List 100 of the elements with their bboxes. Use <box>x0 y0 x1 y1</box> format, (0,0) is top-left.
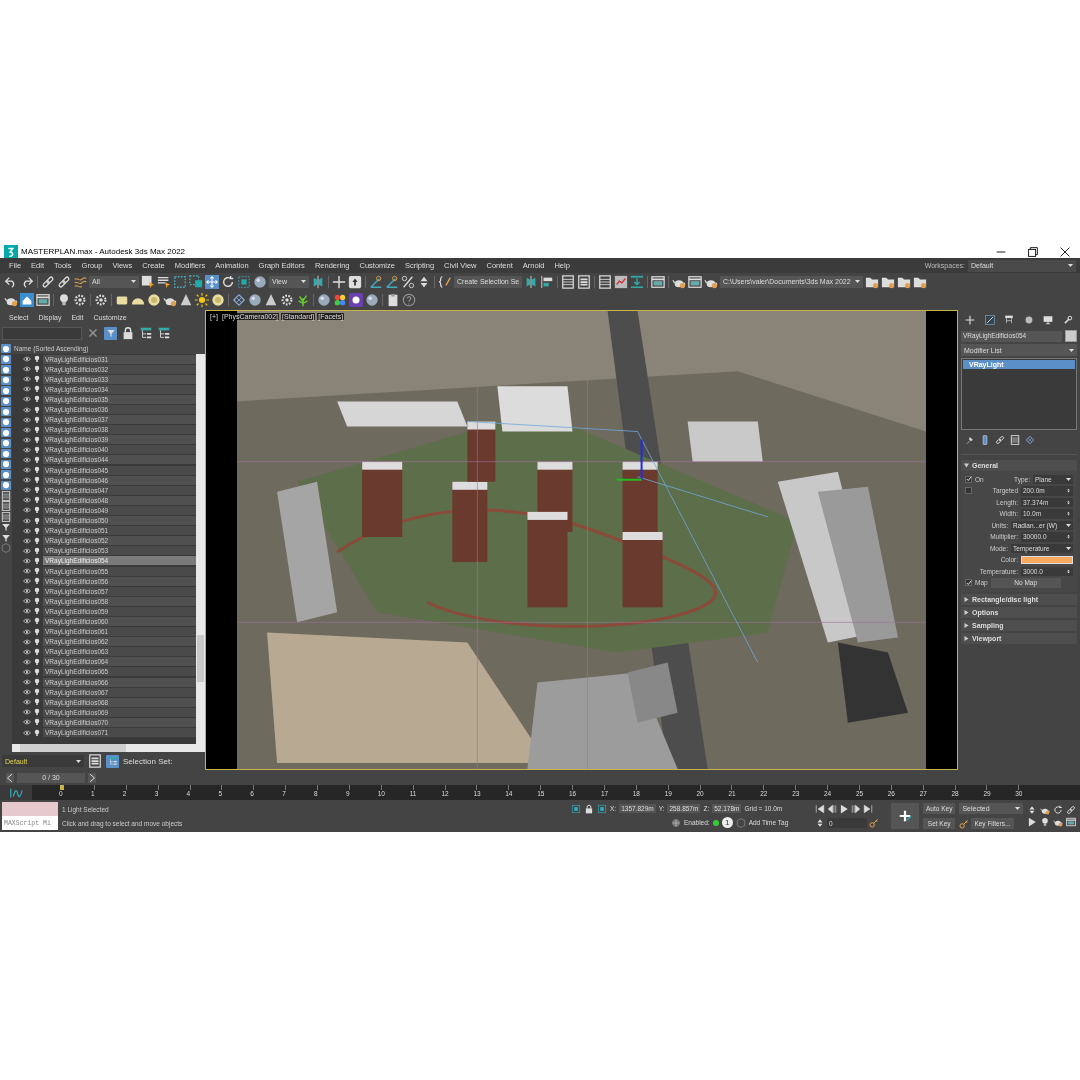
key-filter-icon[interactable] <box>959 818 970 829</box>
next-frame-icon[interactable] <box>851 804 861 814</box>
wave-icon[interactable] <box>73 274 87 289</box>
filter-toggle-button[interactable] <box>1 438 11 448</box>
rollout-toggle-icon[interactable] <box>964 463 969 468</box>
select-object-icon[interactable] <box>141 274 155 289</box>
filter-toggle-button[interactable] <box>1 480 11 490</box>
circle-icon[interactable] <box>1023 315 1034 325</box>
previous-frame-button[interactable] <box>6 772 14 783</box>
grid-icon[interactable] <box>1025 435 1035 445</box>
restore-icon[interactable] <box>1026 245 1040 259</box>
horizontal-scrollbar[interactable] <box>12 744 205 752</box>
key-plus-icon[interactable] <box>898 809 912 823</box>
eye-icon[interactable] <box>23 678 31 687</box>
modify-icon[interactable] <box>984 315 995 325</box>
link-icon[interactable] <box>57 274 71 289</box>
home-icon[interactable] <box>20 293 34 307</box>
eye-icon[interactable] <box>23 556 31 565</box>
plant-icon[interactable] <box>296 293 310 307</box>
filter-toggle-button[interactable] <box>1 449 11 458</box>
filter-toggle-button[interactable] <box>1 533 11 542</box>
rollout-toggle-icon[interactable] <box>964 636 969 641</box>
spinner-arrows-icon[interactable] <box>1066 487 1071 495</box>
filter-toggle-button[interactable] <box>1 396 11 406</box>
checkbox[interactable] <box>965 475 972 483</box>
eye-icon[interactable] <box>23 425 31 434</box>
eye-icon[interactable] <box>23 486 31 495</box>
sphere-icon[interactable] <box>317 293 331 307</box>
eye-icon[interactable] <box>23 456 31 464</box>
eye-icon[interactable] <box>23 415 31 424</box>
clipboard-icon[interactable] <box>386 293 400 307</box>
percent-icon[interactable] <box>401 274 415 289</box>
filter-toggle-button[interactable] <box>1 407 11 416</box>
table-icon[interactable] <box>1010 435 1020 445</box>
filter-toggle-button[interactable] <box>1 543 11 553</box>
gear-icon[interactable] <box>73 293 87 307</box>
show-end-result-icon[interactable] <box>980 435 990 445</box>
eye-icon[interactable] <box>23 476 31 485</box>
orbit-icon[interactable] <box>1053 805 1064 815</box>
bulb-icon[interactable] <box>1040 817 1051 827</box>
link-icon[interactable] <box>41 274 55 289</box>
select-by-name-icon[interactable] <box>157 274 171 289</box>
filter-toggle-button[interactable] <box>1 417 11 427</box>
plus-icon[interactable] <box>965 315 975 325</box>
eye-icon[interactable] <box>23 546 31 555</box>
wrench-icon[interactable] <box>1062 315 1073 325</box>
lock-icon[interactable] <box>584 803 594 814</box>
window-icon[interactable] <box>36 293 50 307</box>
filter-toggle-button[interactable] <box>1 522 11 532</box>
eye-icon[interactable] <box>23 688 31 697</box>
eye-icon[interactable] <box>23 496 31 505</box>
eye-icon[interactable] <box>23 708 31 717</box>
mirror-icon[interactable] <box>524 274 538 289</box>
sphere-icon[interactable] <box>248 293 262 307</box>
eye-icon[interactable] <box>23 445 31 454</box>
next-frame-button[interactable] <box>88 772 96 783</box>
filter-toggle-button[interactable] <box>1 470 11 479</box>
color-dots-icon[interactable] <box>333 293 347 307</box>
window-crossing-icon[interactable] <box>189 274 203 289</box>
pyramid-icon[interactable] <box>264 293 278 307</box>
square-with-circle-icon[interactable] <box>349 293 363 307</box>
spinner-arrows-icon[interactable] <box>1066 533 1071 541</box>
eye-icon[interactable] <box>23 728 31 737</box>
color-swatch[interactable] <box>1021 555 1073 564</box>
filter-toggle-button[interactable] <box>1 365 11 374</box>
filter-toggle-button[interactable] <box>1 375 11 385</box>
filter-toggle-button[interactable] <box>1 354 11 364</box>
eye-icon[interactable] <box>23 718 31 727</box>
grid-icon[interactable] <box>232 293 246 307</box>
checkbox[interactable] <box>965 579 972 587</box>
layers-icon[interactable] <box>577 274 591 289</box>
maximize-viewport-icon[interactable] <box>1066 817 1077 827</box>
gear-icon[interactable] <box>280 293 294 307</box>
checkbox[interactable] <box>965 487 972 495</box>
eye-icon[interactable] <box>23 526 31 535</box>
eye-icon[interactable] <box>23 365 31 374</box>
pin-icon[interactable] <box>965 435 975 445</box>
previous-frame-icon[interactable] <box>827 804 837 814</box>
render-frame-icon[interactable] <box>688 274 702 289</box>
eye-icon[interactable] <box>23 405 31 414</box>
eye-icon[interactable] <box>23 627 31 636</box>
layers-icon[interactable] <box>88 754 102 768</box>
crosshair-icon[interactable] <box>332 274 346 289</box>
spinner-arrows-icon[interactable] <box>815 818 825 828</box>
filter-toggle-button[interactable] <box>1 428 11 437</box>
spinner-arrows-icon[interactable] <box>1066 498 1071 506</box>
eye-icon[interactable] <box>23 385 31 394</box>
play-icon[interactable] <box>839 804 849 814</box>
scale-icon[interactable] <box>237 274 251 289</box>
eye-icon[interactable] <box>23 617 31 626</box>
rollout-toggle-icon[interactable] <box>964 623 969 628</box>
move-icon[interactable] <box>205 274 219 289</box>
eye-icon[interactable] <box>23 597 31 606</box>
eye-icon[interactable] <box>23 657 31 666</box>
gear-icon[interactable] <box>94 293 108 307</box>
rollout-toggle-icon[interactable] <box>964 610 969 615</box>
sun-icon[interactable] <box>195 293 209 307</box>
link-icon[interactable] <box>995 435 1005 445</box>
help-icon[interactable] <box>402 293 416 307</box>
window-icon[interactable] <box>651 274 665 289</box>
